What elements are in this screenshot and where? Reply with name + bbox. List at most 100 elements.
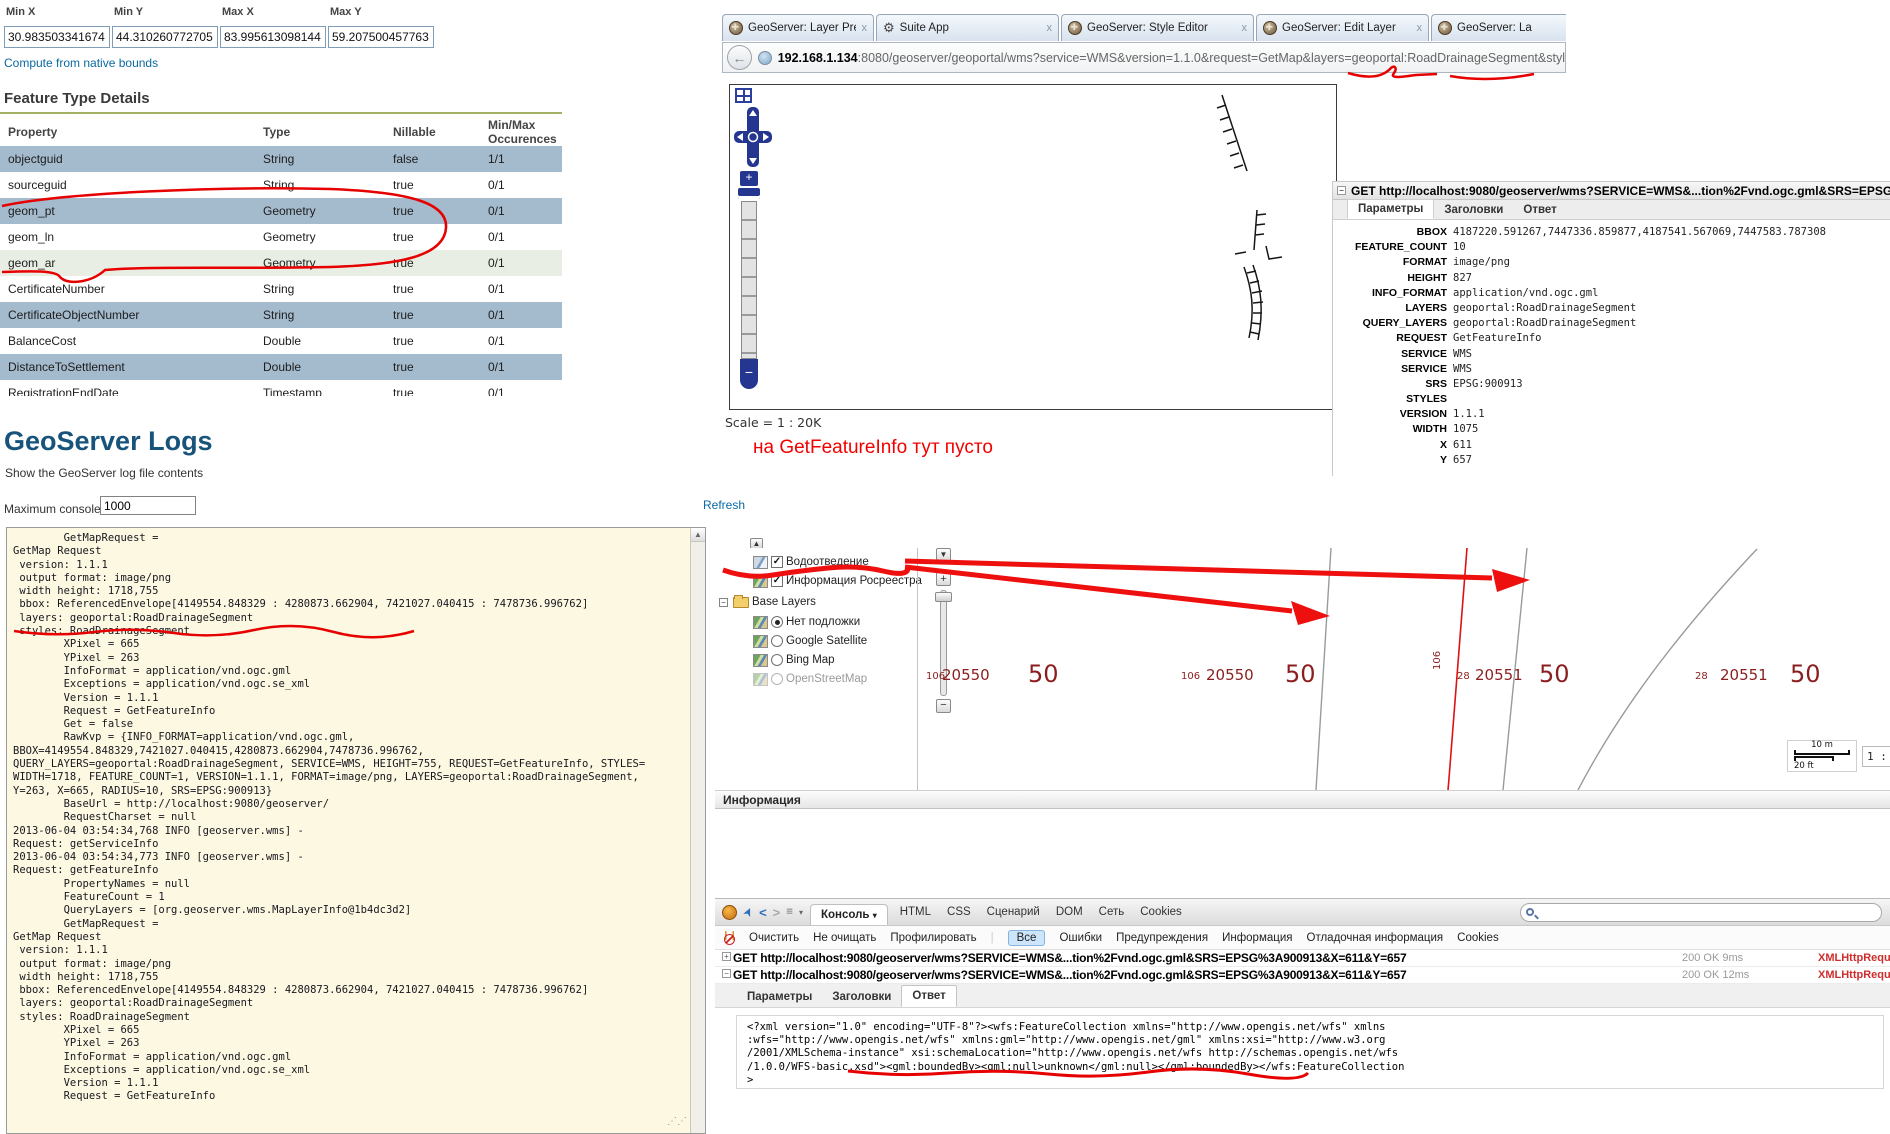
log-console[interactable]: GetMapRequest = GetMap Request version: … bbox=[6, 527, 706, 1134]
resize-grip[interactable]: ⋰⋰ bbox=[667, 1116, 687, 1127]
layer-item-rosreestr[interactable]: ✓ Информация Росреестра bbox=[753, 573, 922, 589]
inspect-icon[interactable]: ➤ bbox=[740, 904, 757, 919]
nav-back-icon[interactable]: < bbox=[759, 905, 767, 920]
back-icon[interactable]: ← bbox=[727, 45, 752, 70]
gear-icon: ⚙ bbox=[883, 20, 895, 36]
radio-icon[interactable] bbox=[771, 635, 783, 647]
network-request-row[interactable]: − GET http://localhost:9080/geoserver/wm… bbox=[715, 967, 1890, 984]
dropdown-icon[interactable]: ▾ bbox=[799, 908, 803, 917]
checkbox-checked-icon[interactable]: ✓ bbox=[771, 575, 783, 587]
tab-cookies[interactable]: Cookies bbox=[1132, 902, 1190, 922]
filter-errors[interactable]: Ошибки bbox=[1059, 932, 1102, 944]
zoom-slider-rail[interactable] bbox=[741, 201, 757, 359]
base-layer-none[interactable]: Нет подложки bbox=[753, 614, 860, 630]
tab-headers[interactable]: Заголовки bbox=[822, 987, 901, 1007]
geoserver-icon bbox=[1438, 21, 1452, 35]
tab-parameters[interactable]: Параметры bbox=[1347, 199, 1434, 219]
layer-thumbnail-icon bbox=[753, 654, 768, 667]
base-layers-group[interactable]: − Base Layers bbox=[719, 594, 816, 610]
expand-icon[interactable]: + bbox=[722, 952, 731, 961]
tab-console[interactable]: Консоль ▾ bbox=[810, 904, 888, 925]
layer-item-drainage[interactable]: ✓ Водоотведение bbox=[753, 554, 869, 570]
collapse-icon[interactable]: − bbox=[722, 969, 731, 978]
toolbar-divider: | bbox=[991, 932, 994, 944]
base-layer-osm[interactable]: OpenStreetMap bbox=[753, 671, 867, 687]
layer-thumbnail-icon bbox=[753, 575, 768, 588]
col-occurences: Min/Max Occurences bbox=[480, 118, 562, 146]
request-title[interactable]: − GET http://localhost:9080/geoserver/wm… bbox=[1333, 182, 1890, 200]
browser-tab-edit-layer[interactable]: GeoServer: Edit Layer x bbox=[1256, 14, 1429, 41]
zoom-slider-handle[interactable] bbox=[738, 188, 760, 199]
max-x-input[interactable] bbox=[220, 26, 326, 48]
refresh-link[interactable]: Refresh bbox=[703, 498, 745, 512]
layer-grid-icon[interactable] bbox=[735, 88, 752, 103]
browser-tab-style-editor[interactable]: GeoServer: Style Editor x bbox=[1061, 14, 1254, 41]
info-panel-header[interactable]: Информация bbox=[715, 790, 1890, 809]
feature-type-table: Property Type Nillable Min/Max Occurence… bbox=[0, 118, 562, 396]
browser-tab-cut[interactable]: GeoServer: La bbox=[1431, 14, 1566, 41]
filter-all[interactable]: Все bbox=[1008, 930, 1046, 946]
close-icon[interactable]: x bbox=[1242, 22, 1248, 34]
min-y-label: Min Y bbox=[114, 6, 143, 18]
scroll-up-icon[interactable]: ▲ bbox=[691, 528, 705, 542]
map-label-big: 50 bbox=[1028, 660, 1059, 688]
browser-tab-layer-preview[interactable]: GeoServer: Layer Preview x bbox=[722, 14, 874, 41]
menu-icon[interactable]: ≡ bbox=[786, 906, 793, 918]
tab-net[interactable]: Сеть bbox=[1091, 902, 1133, 922]
close-icon[interactable]: x bbox=[1417, 22, 1423, 34]
map-zoom-out-button[interactable]: − bbox=[936, 699, 951, 713]
zoom-in-button[interactable]: + bbox=[740, 171, 758, 186]
break-on-errors-icon[interactable] bbox=[721, 931, 735, 945]
tab-script[interactable]: Сценарий bbox=[979, 902, 1048, 922]
tab-response[interactable]: Ответ bbox=[901, 985, 956, 1007]
map-zoom-handle[interactable] bbox=[935, 592, 952, 602]
checkbox-checked-icon[interactable]: ✓ bbox=[771, 556, 783, 568]
radio-disabled-icon bbox=[771, 673, 783, 685]
browser-tab-suite-app[interactable]: ⚙ Suite App x bbox=[876, 14, 1059, 41]
firebug-icon[interactable] bbox=[722, 905, 737, 920]
tab-dom[interactable]: DOM bbox=[1048, 902, 1091, 922]
filter-info[interactable]: Информация bbox=[1222, 932, 1292, 944]
table-row: objectguidStringfalse1/1 bbox=[0, 146, 562, 172]
nav-forward-icon[interactable]: > bbox=[773, 905, 781, 920]
collapse-icon[interactable]: − bbox=[719, 598, 728, 607]
table-row: geom_ptGeometrytrue0/1 bbox=[0, 198, 562, 224]
profile-button[interactable]: Профилировать bbox=[890, 932, 976, 944]
base-layer-bing[interactable]: Bing Map bbox=[753, 652, 835, 668]
tab-html[interactable]: HTML bbox=[892, 902, 939, 922]
max-lines-input[interactable] bbox=[100, 496, 196, 515]
zoom-out-button[interactable]: − bbox=[740, 359, 758, 389]
clear-button[interactable]: Очистить bbox=[749, 932, 799, 944]
radio-icon[interactable] bbox=[771, 654, 783, 666]
tab-parameters[interactable]: Параметры bbox=[737, 987, 822, 1007]
map-zoom-in-button[interactable]: + bbox=[936, 572, 951, 586]
persist-button[interactable]: Не очищать bbox=[813, 932, 876, 944]
close-icon[interactable]: x bbox=[1047, 22, 1053, 34]
search-box[interactable] bbox=[1520, 903, 1882, 922]
search-icon bbox=[1526, 908, 1534, 916]
min-y-input[interactable] bbox=[112, 26, 218, 48]
min-x-input[interactable] bbox=[4, 26, 110, 48]
filter-warnings[interactable]: Предупреждения bbox=[1116, 932, 1208, 944]
search-input[interactable] bbox=[1534, 905, 1881, 920]
close-icon[interactable]: x bbox=[862, 22, 868, 34]
tab-response[interactable]: Ответ bbox=[1513, 201, 1566, 219]
url-text[interactable]: 192.168.1.134:8080/geoserver/geoportal/w… bbox=[778, 51, 1565, 65]
compute-native-bounds-link[interactable]: Compute from native bounds bbox=[4, 56, 158, 70]
log-scrollbar[interactable]: ▲ bbox=[690, 528, 705, 1133]
tab-css[interactable]: CSS bbox=[939, 902, 979, 922]
filter-debug[interactable]: Отладочная информация bbox=[1307, 932, 1444, 944]
filter-cookies[interactable]: Cookies bbox=[1457, 932, 1499, 944]
map-scroll-down-icon[interactable]: ▼ bbox=[936, 548, 951, 562]
pan-control[interactable] bbox=[734, 107, 772, 167]
network-request-row[interactable]: + GET http://localhost:9080/geoserver/wm… bbox=[715, 950, 1890, 967]
collapse-icon[interactable]: − bbox=[1337, 186, 1346, 195]
base-layer-google[interactable]: Google Satellite bbox=[753, 633, 867, 649]
tab-headers[interactable]: Заголовки bbox=[1434, 201, 1513, 219]
map-preview-panel[interactable]: + − bbox=[729, 84, 1337, 410]
map-label-mid: 20551 bbox=[1720, 666, 1768, 684]
chevron-down-icon: ▾ bbox=[873, 911, 877, 920]
url-bar[interactable]: ← 192.168.1.134:8080/geoserver/geoportal… bbox=[722, 42, 1566, 73]
radio-selected-icon[interactable] bbox=[771, 616, 783, 628]
max-y-input[interactable] bbox=[328, 26, 434, 48]
